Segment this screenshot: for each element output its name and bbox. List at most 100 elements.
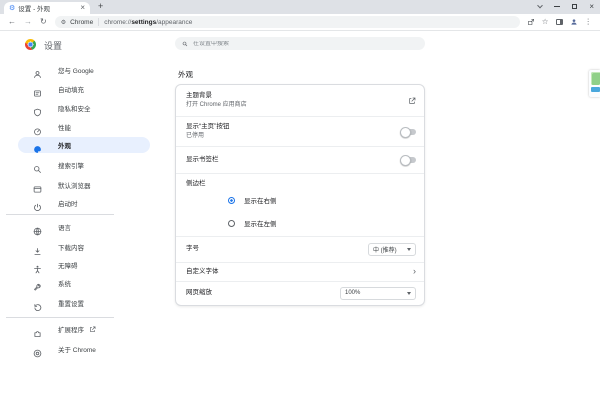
sidebar-item-performance[interactable]: 性能 [18,119,150,135]
external-link-icon[interactable] [408,97,416,105]
sidebar-item-on-startup[interactable]: 启动时 [18,195,150,211]
sidebar-item-reset-settings[interactable]: 重置设置 [18,295,150,311]
theme-text: 主题背景 打开 Chrome 应用商店 [186,91,247,109]
url-text: chrome://settings/appearance [104,19,192,26]
gear-icon: ⚙ [9,5,15,12]
dropdown-arrow-icon [407,248,411,251]
toolbar-actions: ☆ ⋮ [527,18,592,26]
site-label: Chrome [70,19,93,26]
settings-search[interactable] [175,37,425,50]
sidebar-item-search-engine[interactable]: 搜索引擎 [18,157,150,173]
maximize-button[interactable] [572,4,577,9]
radio-label: 显示在左侧 [244,218,277,228]
person-icon [33,66,42,75]
tab-title: 设置 - 外观 [18,3,80,13]
wrench-icon [33,279,42,288]
forward-icon[interactable]: → [24,18,32,26]
sidebar-item-downloads[interactable]: 下载内容 [18,239,150,255]
radio-selected-icon[interactable] [228,197,235,204]
section-title: 外观 [178,69,193,80]
window-controls: × [538,0,594,13]
font-size-row: 字号 中 (推荐) [176,236,424,262]
browser-window: ⚙ 设置 - 外观 × + × ← → ↻ ⚙ Chrome chrome://… [0,0,600,400]
home-button-toggle[interactable] [402,129,416,135]
sidebar-item-label: 下载内容 [58,242,84,252]
show-bookmarks-bar-row: 显示书签栏 [176,146,424,173]
sidebar-item-extensions[interactable]: 扩展程序 [18,321,150,337]
sidebar-divider [6,214,114,215]
bookmarks-bar-toggle[interactable] [402,157,416,163]
sidebar-item-privacy-security[interactable]: 隐私和安全 [18,100,150,116]
page-zoom-select[interactable]: 100% [340,287,416,300]
thumbnail-blue-shape [591,87,600,92]
side-panel-title: 侧边栏 [186,179,416,189]
sidebar-item-system[interactable]: 系统 [18,275,150,291]
puzzle-icon [33,325,42,334]
palette-icon [33,141,42,150]
autofill-icon [33,85,42,94]
sidebar-item-label: 语言 [58,222,71,232]
accessibility-icon [33,261,42,270]
sidebar-item-autofill[interactable]: 自动填充 [18,81,150,97]
browser-icon [33,181,42,190]
side-panel-left-option[interactable]: 显示在左侧 [186,212,416,235]
sidebar-item-accessibility[interactable]: 无障碍 [18,257,150,273]
radio-unselected-icon[interactable] [228,220,235,227]
tab-strip: ⚙ 设置 - 外观 × + × [0,0,600,14]
edge-thumbnail-icon [589,70,600,97]
tab-close-icon[interactable]: × [80,4,85,12]
sidebar-item-languages[interactable]: 语言 [18,219,150,235]
window-close-button[interactable]: × [589,3,594,11]
shield-icon [33,104,42,113]
address-bar[interactable]: ⚙ Chrome chrome://settings/appearance [55,16,520,28]
sidebar-item-about-chrome[interactable]: 关于 Chrome [18,341,150,357]
tab-settings[interactable]: ⚙ 设置 - 外观 × [4,2,90,14]
side-panel-icon[interactable] [556,19,563,25]
sidebar-item-appearance[interactable]: 外观 [18,137,150,153]
chevron-right-icon: › [413,267,416,276]
page-title: 设置 [44,39,62,52]
appearance-card: 主题背景 打开 Chrome 应用商店 显示“主页”按钮 已停用 显示书签栏 侧… [175,84,425,306]
side-panel-right-option[interactable]: 显示在右侧 [186,189,416,212]
row-title: 显示书签栏 [186,155,219,165]
window-chevron-down-icon[interactable] [537,2,543,8]
new-tab-button[interactable]: + [98,1,103,11]
sidebar-item-label: 您与 Google [58,65,94,75]
bookmark-star-icon[interactable]: ☆ [542,18,549,26]
row-subtitle: 打开 Chrome 应用商店 [186,101,247,109]
theme-row[interactable]: 主题背景 打开 Chrome 应用商店 [176,85,424,116]
power-icon [33,199,42,208]
omnibox-divider [98,18,99,26]
sidebar-divider [6,317,114,318]
url-path: /appearance [156,19,192,26]
sidebar-item-label: 搜索引擎 [58,160,84,170]
row-title: 主题背景 [186,91,247,101]
chrome-icon [33,345,42,354]
sidebar-item-label: 默认浏览器 [58,180,91,190]
minimize-button[interactable] [554,6,560,7]
share-icon[interactable] [527,18,535,26]
sidebar-item-you-and-google[interactable]: 您与 Google [18,62,150,78]
row-title: 自定义字体 [186,267,219,277]
menu-dots-icon[interactable]: ⋮ [585,18,593,26]
browser-toolbar: ← → ↻ ⚙ Chrome chrome://settings/appeara… [0,14,600,31]
sidebar-item-label: 性能 [58,122,71,132]
select-value: 中 (推荐) [373,245,397,254]
url-prefix: chrome:// [104,19,131,26]
sidebar-item-label: 扩展程序 [58,324,84,334]
sidebar-item-label: 无障碍 [58,260,78,270]
thumbnail-green-shape [591,72,600,85]
font-size-select[interactable]: 中 (推荐) [368,243,416,256]
speedometer-icon [33,123,42,132]
customize-fonts-row[interactable]: 自定义字体 › [176,262,424,281]
sidebar-item-default-browser[interactable]: 默认浏览器 [18,177,150,193]
back-icon[interactable]: ← [8,18,16,26]
page-zoom-row: 网页缩放 100% [176,281,424,305]
search-input[interactable] [193,41,418,47]
select-value: 100% [345,290,360,296]
profile-avatar[interactable] [570,18,578,26]
home-button-text: 显示“主页”按钮 已停用 [186,122,229,140]
chrome-logo [25,39,36,50]
reload-icon[interactable]: ↻ [40,18,47,26]
search-icon [33,161,42,170]
